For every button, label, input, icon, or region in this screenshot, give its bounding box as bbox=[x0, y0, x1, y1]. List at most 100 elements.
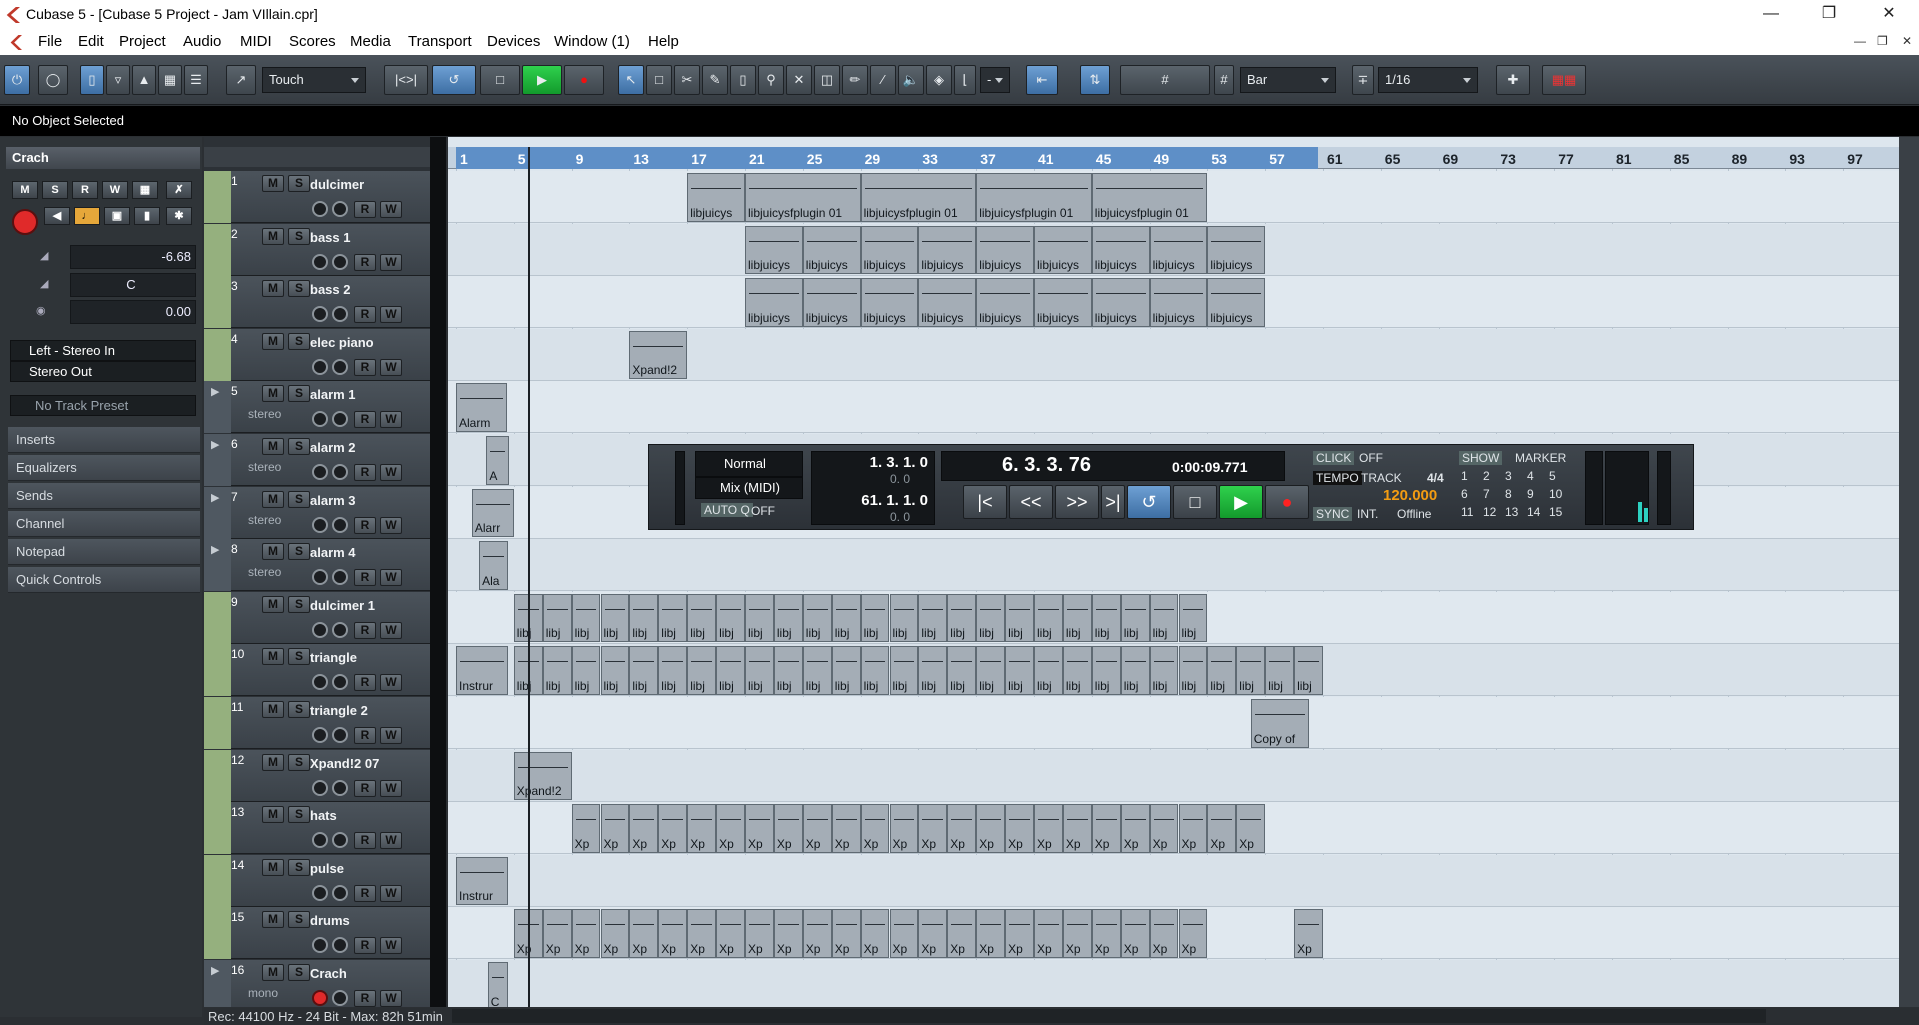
track-name[interactable]: bass 2 bbox=[310, 282, 350, 297]
menu-project[interactable]: Project bbox=[119, 33, 166, 50]
triangle-part[interactable]: libj bbox=[1005, 646, 1034, 695]
track-solo-button[interactable]: S bbox=[288, 332, 310, 350]
dulcimer1-part[interactable]: libj bbox=[976, 593, 1006, 643]
track-mute-button[interactable]: M bbox=[262, 753, 284, 771]
track-row[interactable]: 3 M Sbass 2 RW bbox=[204, 276, 446, 329]
marker-button[interactable]: 11 bbox=[1461, 505, 1473, 519]
track-mute-button[interactable]: M bbox=[262, 227, 284, 245]
inspector-freeze-button[interactable]: ✗ bbox=[166, 181, 192, 199]
autoscroll-button[interactable]: ⇤ bbox=[1026, 65, 1058, 95]
track-mute-button[interactable]: M bbox=[262, 175, 284, 192]
triangle-part[interactable]: libj bbox=[1120, 646, 1150, 695]
dulcimer-part[interactable]: libjuicysfplugin 01 bbox=[976, 173, 1092, 222]
ruler-bar-number[interactable]: 1 bbox=[460, 151, 468, 167]
track-color-strip[interactable] bbox=[204, 276, 231, 329]
hats-part[interactable]: Xp bbox=[1236, 804, 1266, 853]
hats-part[interactable]: Xp bbox=[1120, 804, 1150, 853]
play-button[interactable]: ▶ bbox=[522, 65, 562, 95]
hats-part[interactable]: Xp bbox=[976, 804, 1006, 853]
bass2-part[interactable]: libjuicys bbox=[1034, 278, 1092, 327]
track-write-button[interactable]: W bbox=[380, 674, 402, 692]
doc-restore-icon[interactable]: ❐ bbox=[1877, 34, 1888, 48]
marker-button[interactable]: 15 bbox=[1549, 505, 1562, 519]
track-name[interactable]: alarm 3 bbox=[310, 493, 356, 508]
track-row[interactable]: ▶ 16 M S Crach mono R W bbox=[204, 960, 446, 1007]
dulcimer1-part[interactable]: libj bbox=[831, 593, 861, 643]
transport-goto-start-button[interactable]: |< bbox=[963, 485, 1007, 519]
triangle-part[interactable]: libj bbox=[687, 646, 717, 695]
track-solo-button[interactable]: S bbox=[288, 543, 310, 561]
activate-project-button[interactable]: ⏻ bbox=[4, 65, 30, 95]
record-enable-button[interactable] bbox=[312, 779, 328, 796]
ruler[interactable]: 1 5 9 13 17 21 25 29 33 37 41 45 49 53 57 61 65 69 73 77 81 8… bbox=[448, 147, 1899, 169]
track-color-strip[interactable]: ▶ bbox=[204, 539, 231, 592]
track-row[interactable]: 15 M Sdrums R W bbox=[204, 907, 446, 960]
triangle-part[interactable]: libj bbox=[1236, 646, 1266, 695]
track-mute-button[interactable]: M bbox=[262, 595, 284, 613]
hats-part[interactable]: Xp bbox=[716, 804, 745, 853]
track-row[interactable]: 10 M Striangle R W bbox=[204, 644, 446, 697]
tempo-value[interactable]: 120.000 bbox=[1383, 487, 1437, 504]
sync-button[interactable]: SYNC bbox=[1313, 507, 1353, 521]
transport-cycle-button[interactable]: ↺ bbox=[1127, 485, 1171, 519]
automation-icon[interactable]: ↗ bbox=[226, 65, 256, 95]
position-display[interactable]: 6. 3. 3. 76 0:00:09.771 bbox=[941, 451, 1285, 481]
drums-part[interactable]: Xp bbox=[831, 909, 861, 958]
marker-button[interactable]: 9 bbox=[1527, 487, 1534, 501]
track-color-strip[interactable] bbox=[204, 328, 231, 381]
alarm4-part[interactable]: Ala bbox=[479, 541, 508, 590]
track-write-button[interactable]: W bbox=[380, 358, 402, 376]
menu-devices[interactable]: Devices bbox=[487, 33, 540, 50]
track-read-button[interactable]: R bbox=[354, 674, 376, 692]
triangle-part[interactable]: libj bbox=[745, 646, 774, 695]
drums-part[interactable]: Xp bbox=[1062, 909, 1092, 958]
monitor-button[interactable] bbox=[332, 884, 348, 901]
track-solo-button[interactable]: S bbox=[288, 753, 310, 771]
monitor-button[interactable] bbox=[332, 621, 348, 638]
hats-part[interactable]: Xp bbox=[687, 804, 717, 853]
menu-edit[interactable]: Edit bbox=[78, 33, 104, 50]
track-read-button[interactable]: R bbox=[354, 358, 376, 376]
input-routing-select[interactable]: Left - Stereo In bbox=[10, 340, 196, 361]
track-solo-button[interactable]: S bbox=[288, 858, 310, 876]
track-mute-button[interactable]: M bbox=[262, 806, 284, 824]
click-button[interactable]: CLICK bbox=[1313, 451, 1355, 465]
hats-part[interactable]: Xp bbox=[571, 804, 601, 853]
bass1-part[interactable]: libjuicys bbox=[1149, 225, 1208, 275]
hats-part[interactable]: Xp bbox=[600, 804, 630, 853]
track-solo-button[interactable]: S bbox=[288, 701, 310, 718]
inspector-read-button[interactable]: R bbox=[72, 181, 98, 199]
project-cursor[interactable] bbox=[528, 147, 530, 1007]
xpand-part[interactable]: Xpand!2 bbox=[513, 751, 572, 801]
track-row[interactable]: 14 M Spulse R W bbox=[204, 854, 446, 907]
project-window[interactable]: 1 5 9 13 17 21 25 29 33 37 41 45 49 53 57 61 65 69 73 77 81 8… bbox=[448, 137, 1899, 1007]
doc-minimize-icon[interactable]: — bbox=[1854, 34, 1866, 48]
drums-part[interactable]: Xp bbox=[658, 909, 688, 958]
triangle-part[interactable]: libj bbox=[918, 646, 948, 695]
record-enable-button[interactable] bbox=[312, 937, 328, 954]
track-color-strip[interactable]: ▶ bbox=[204, 960, 231, 1007]
dulcimer1-part[interactable]: libj bbox=[658, 593, 688, 643]
locator-display[interactable]: 1. 3. 1. 0 0. 0 61. 1. 1. 0 0. 0 bbox=[811, 451, 935, 525]
hats-part[interactable]: Xp bbox=[745, 804, 774, 853]
bass2-part[interactable]: libjuicys bbox=[918, 278, 977, 327]
track-read-button[interactable]: R bbox=[354, 621, 376, 639]
dulcimer1-part[interactable]: libj bbox=[1062, 593, 1092, 643]
draw-tool[interactable]: ✏ bbox=[842, 65, 868, 95]
ruler-bar-number[interactable]: 97 bbox=[1847, 151, 1863, 167]
rewind-button[interactable]: << bbox=[1009, 485, 1053, 519]
track-mute-button[interactable]: M bbox=[262, 858, 284, 876]
transport-stop-button[interactable]: □ bbox=[1173, 485, 1217, 519]
ruler-bar-number[interactable]: 89 bbox=[1732, 151, 1748, 167]
dulcimer1-part[interactable]: libj bbox=[687, 593, 717, 643]
bass2-part[interactable]: libjuicys bbox=[860, 278, 919, 327]
show-inspector-button[interactable]: ▲ bbox=[132, 65, 156, 95]
close-icon[interactable]: ✕ bbox=[1866, 0, 1912, 30]
triangle-part[interactable]: libj bbox=[1149, 646, 1179, 695]
mute-tool[interactable]: ✕ bbox=[786, 65, 812, 95]
monitor-button[interactable] bbox=[332, 727, 348, 743]
monitor-button[interactable] bbox=[332, 201, 348, 217]
track-solo-button[interactable]: S bbox=[288, 227, 310, 245]
inspector-channel-button[interactable]: ✱ bbox=[166, 207, 192, 225]
dulcimer-part[interactable]: libjuicysfplugin 01 bbox=[745, 173, 861, 222]
